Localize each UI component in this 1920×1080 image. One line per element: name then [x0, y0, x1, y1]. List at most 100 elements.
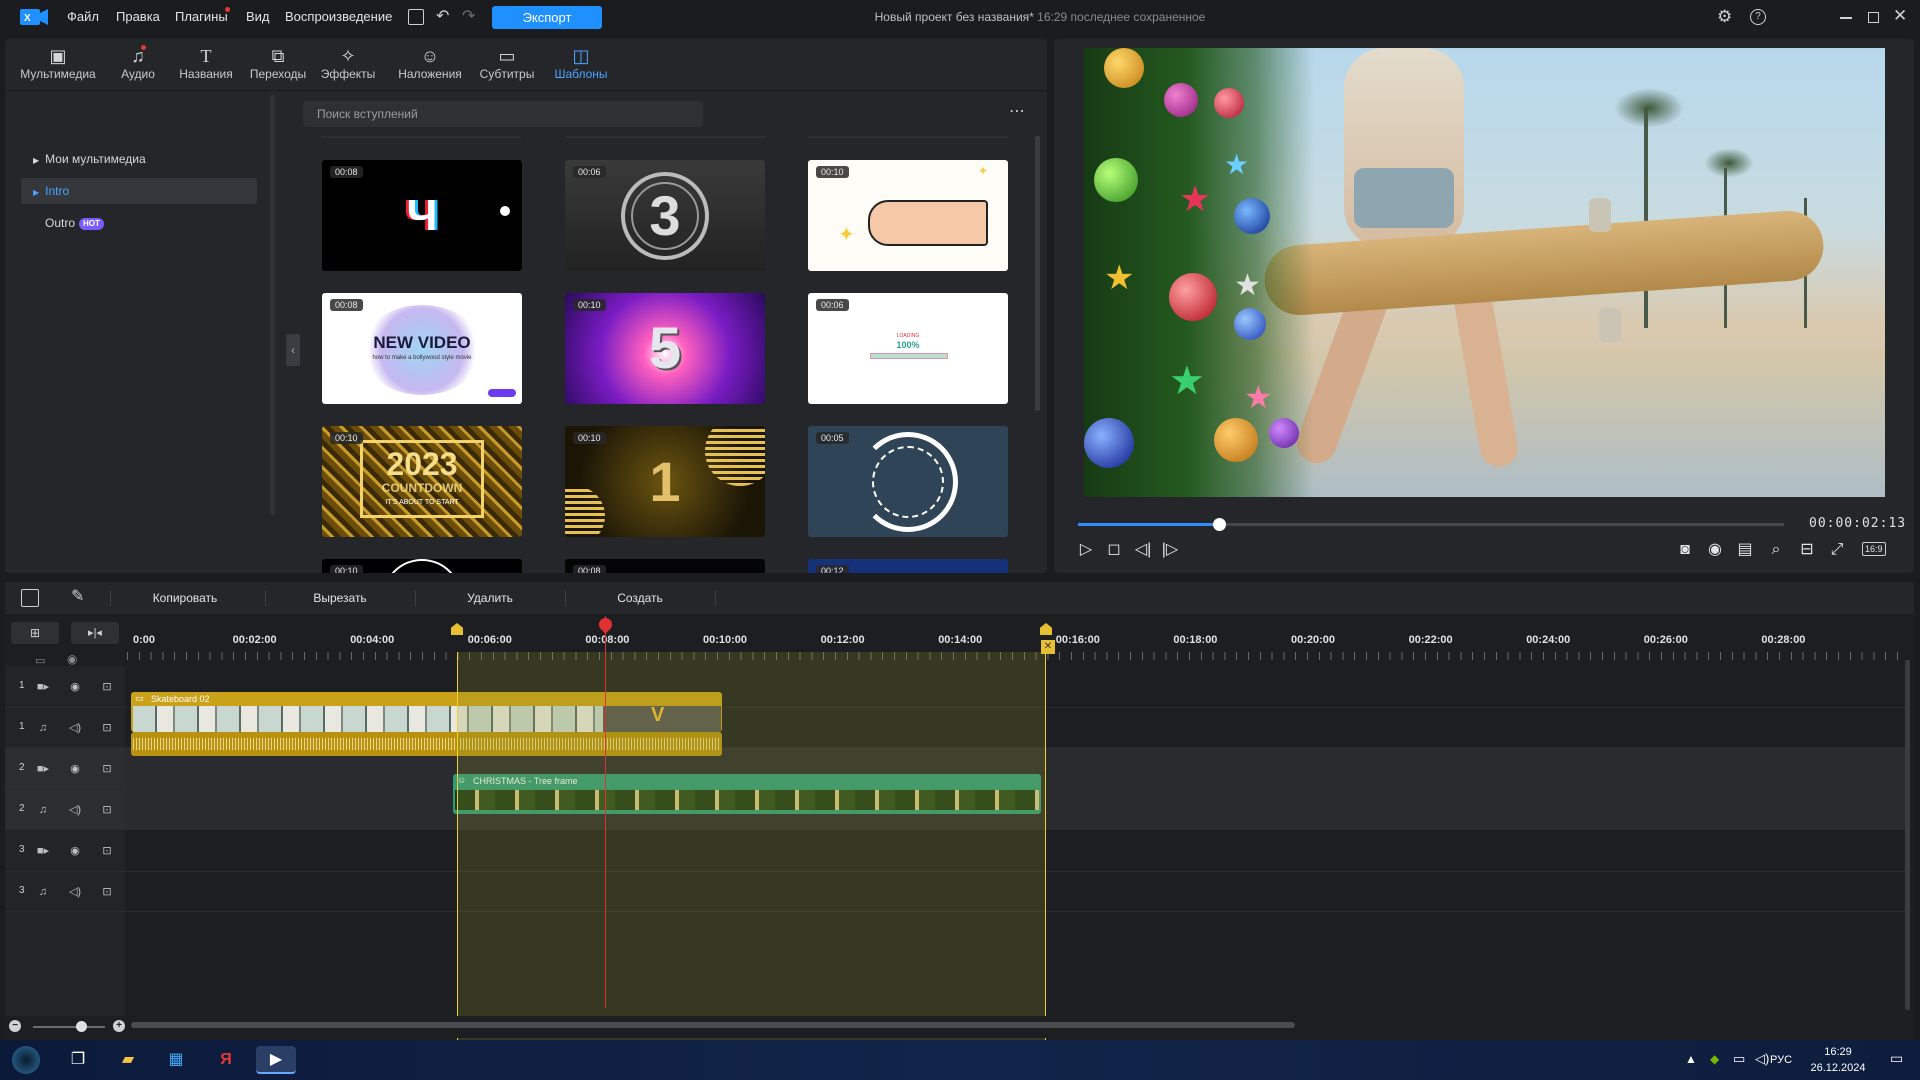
- tree-scrollbar[interactable]: [270, 95, 275, 515]
- create-button[interactable]: Создать: [585, 582, 695, 614]
- eye-visibility-icon[interactable]: ◉: [67, 679, 83, 695]
- copy-button[interactable]: Копировать: [130, 582, 240, 614]
- zoom-slider-handle[interactable]: [76, 1021, 87, 1032]
- tab-transitions[interactable]: ⧉ Переходы: [243, 45, 313, 89]
- menu-plugins[interactable]: Плагины: [175, 0, 228, 34]
- template-thumb[interactable]: 00:12: [808, 559, 1008, 573]
- template-thumb[interactable]: NEW VIDEO how to make a bollywood style …: [322, 293, 522, 404]
- powerdirector-app-icon[interactable]: ▶: [256, 1046, 296, 1074]
- fit-timeline-button[interactable]: ▸|◂: [71, 622, 119, 644]
- redo-icon[interactable]: ↷: [462, 6, 475, 26]
- tab-titles[interactable]: T Названия: [172, 45, 240, 89]
- tab-audio[interactable]: ♫ Аудио: [108, 45, 168, 89]
- undo-icon[interactable]: ↶: [436, 6, 449, 26]
- speaker-volume-icon[interactable]: ◁): [67, 802, 83, 818]
- horizontal-scrollbar[interactable]: [131, 1022, 1295, 1028]
- help-icon[interactable]: ?: [1750, 9, 1766, 25]
- settings-gear-icon[interactable]: ⚙: [1717, 7, 1732, 27]
- track-header-eye-icon[interactable]: ◉: [67, 652, 77, 666]
- speaker-volume-icon[interactable]: ◁): [67, 720, 83, 736]
- template-thumb[interactable]: Ч 00:08: [322, 160, 522, 271]
- subtitles-toggle-icon[interactable]: ▤: [1734, 539, 1756, 561]
- tree-item-my-media[interactable]: ▶ Мои мультимедиа: [21, 146, 257, 172]
- notifications-icon[interactable]: ▭: [1890, 1050, 1903, 1067]
- previous-frame-icon[interactable]: ◁|: [1132, 539, 1154, 561]
- template-thumb[interactable]: 5 00:10: [565, 293, 765, 404]
- speaker-volume-icon[interactable]: ◁): [67, 884, 83, 900]
- cut-button[interactable]: Вырезать: [285, 582, 395, 614]
- eye-visibility-icon[interactable]: ◉: [67, 761, 83, 777]
- network-icon[interactable]: ▭: [1733, 1051, 1745, 1067]
- restore-icon[interactable]: [1868, 12, 1879, 23]
- lock-icon[interactable]: ⊡: [99, 884, 115, 900]
- aspect-ratio-button[interactable]: 16:9: [1862, 542, 1886, 556]
- tab-overlays[interactable]: ☺ Наложения: [390, 45, 470, 89]
- save-icon[interactable]: [408, 9, 424, 25]
- task-view-icon[interactable]: ❐: [64, 1046, 92, 1074]
- timeline-vertical-scrollbar[interactable]: [1905, 660, 1910, 1010]
- stop-icon[interactable]: ◻: [1103, 539, 1125, 561]
- render-preview-icon[interactable]: ◉: [1704, 539, 1726, 561]
- close-icon[interactable]: ✕: [1893, 6, 1907, 26]
- next-frame-icon[interactable]: |▷: [1159, 539, 1181, 561]
- ornament-ball: [1164, 83, 1198, 117]
- lock-icon[interactable]: ⊡: [99, 843, 115, 859]
- template-thumb[interactable]: 1 00:10: [565, 426, 765, 537]
- fullscreen-icon[interactable]: ⤢: [1826, 539, 1848, 561]
- lock-icon[interactable]: ⊡: [99, 679, 115, 695]
- minimize-icon[interactable]: [1840, 17, 1852, 19]
- snapshot-camera-icon[interactable]: ◙: [1674, 539, 1696, 561]
- yandex-browser-icon[interactable]: Я: [212, 1046, 240, 1074]
- lock-icon[interactable]: ⊡: [99, 761, 115, 777]
- eye-visibility-icon[interactable]: ◉: [67, 843, 83, 859]
- store-icon[interactable]: ▦: [162, 1046, 190, 1074]
- menu-view[interactable]: Вид: [246, 0, 270, 34]
- tab-templates[interactable]: ◫ Шаблоны: [548, 45, 614, 89]
- template-thumb[interactable]: 3 00:06: [565, 160, 765, 271]
- template-thumb[interactable]: 00:08: [565, 559, 765, 573]
- zoom-in-icon[interactable]: +: [113, 1020, 125, 1032]
- template-thumb[interactable]: LOADING 100% 00:06: [808, 293, 1008, 404]
- nvidia-tray-icon[interactable]: ◆: [1710, 1052, 1719, 1066]
- template-thumb[interactable]: 00:05: [808, 426, 1008, 537]
- collapse-panel-chevron-left-icon[interactable]: ‹: [286, 334, 300, 366]
- layout-split-icon[interactable]: ⊟: [1796, 539, 1818, 561]
- select-tool-icon[interactable]: [21, 589, 39, 607]
- tab-subtitles[interactable]: ▭ Субтитры: [473, 45, 541, 89]
- tree-item-intro[interactable]: ▶ Intro: [21, 178, 257, 204]
- start-orb-icon[interactable]: [12, 1046, 40, 1074]
- menu-playback[interactable]: Воспроизведение: [285, 0, 392, 34]
- zoom-preview-icon[interactable]: ⌕: [1765, 539, 1787, 561]
- lock-icon[interactable]: ⊡: [99, 802, 115, 818]
- tray-arrow-icon[interactable]: ▲: [1685, 1052, 1697, 1066]
- export-button[interactable]: Экспорт: [492, 6, 602, 29]
- zoom-out-icon[interactable]: −: [9, 1020, 21, 1032]
- tab-effects[interactable]: ✧ Эффекты: [316, 45, 380, 89]
- template-search-input[interactable]: Поиск вступлений: [303, 101, 703, 127]
- track-manager-button[interactable]: ⊞: [11, 622, 59, 644]
- tree-item-outro[interactable]: Outro HOT: [21, 210, 257, 236]
- volume-tray-icon[interactable]: ◁): [1755, 1051, 1769, 1067]
- timeline-range-selection[interactable]: [457, 652, 1046, 1044]
- end-marker-flag-icon[interactable]: ✕: [1041, 640, 1055, 654]
- video-preview[interactable]: ★ ★ ★ ★ ★ ★: [1084, 48, 1885, 497]
- app-logo-icon[interactable]: X: [20, 8, 48, 26]
- template-thumb[interactable]: ✦ ✦ 00:10: [808, 160, 1008, 271]
- tab-media[interactable]: ▣ Мультимедиа: [13, 45, 103, 89]
- template-thumb[interactable]: 00:10: [322, 559, 522, 573]
- taskbar-clock[interactable]: 16:29 26.12.2024: [1808, 1044, 1868, 1076]
- delete-button[interactable]: Удалить: [435, 582, 545, 614]
- lock-icon[interactable]: ⊡: [99, 720, 115, 736]
- menu-file[interactable]: Файл: [67, 0, 99, 34]
- template-thumb[interactable]: 2023 COUNTDOWN IT'S ABOUT TO START 00:10: [322, 426, 522, 537]
- pen-tool-icon[interactable]: ✎: [71, 586, 84, 606]
- template-grid-scrollbar[interactable]: [1035, 136, 1040, 411]
- file-explorer-folder-icon[interactable]: ▰: [114, 1046, 142, 1074]
- seek-handle[interactable]: [1213, 518, 1227, 531]
- menu-edit[interactable]: Правка: [116, 0, 160, 34]
- play-icon[interactable]: ▷: [1075, 539, 1097, 561]
- input-language[interactable]: РУС: [1770, 1040, 1792, 1080]
- more-options-icon[interactable]: ⋯: [1005, 101, 1029, 127]
- preview-seek-bar[interactable]: [1078, 518, 1784, 531]
- zoom-slider-track[interactable]: [33, 1026, 105, 1028]
